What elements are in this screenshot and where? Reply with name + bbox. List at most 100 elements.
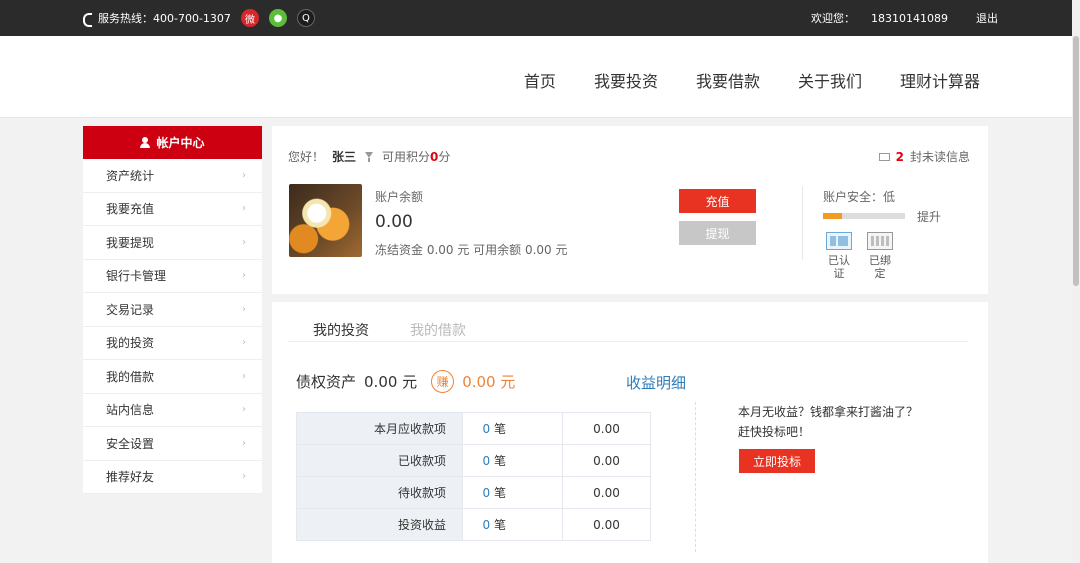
sidebar-item-messages[interactable]: 站内信息 › <box>83 394 262 427</box>
count-value[interactable]: 0 <box>483 486 491 500</box>
id-verified-badge[interactable]: 已认证 <box>825 232 853 280</box>
points-line: 可用积分0分 <box>382 148 450 165</box>
points-label: 可用积分 <box>382 150 431 164</box>
sidebar-item-label: 我的投资 <box>106 336 155 351</box>
sidebar-item-label: 我要提现 <box>106 235 155 250</box>
weibo-icon[interactable]: 微 <box>240 9 259 27</box>
earn-value: 0.00 元 <box>462 373 516 391</box>
chevron-right-icon: › <box>242 370 246 382</box>
tab-my-investments[interactable]: 我的投资 <box>288 320 394 342</box>
table-row: 已收款项 0 笔 0.00 <box>296 444 651 477</box>
income-stats-table: 本月应收款项 0 笔 0.00 已收款项 0 笔 0.00 待收款项 0 笔 0… <box>296 412 651 541</box>
greeting-line: 您好！ 张三 可用积分0分 <box>288 148 450 165</box>
count-unit: 笔 <box>493 422 506 436</box>
row-count: 0 笔 <box>462 508 563 541</box>
mail-icon <box>878 152 890 161</box>
tab-my-loans[interactable]: 我的借款 <box>394 320 491 342</box>
row-label: 已收款项 <box>296 444 463 477</box>
greeting-text: 您好！ <box>288 150 325 164</box>
sidebar-item-withdraw[interactable]: 我要提现 › <box>83 226 262 260</box>
investment-panel: 我的投资 我的借款 债权资产 0.00 元 赚 0.00 元 收益明细 本月应收… <box>272 302 988 563</box>
sidebar-item-label: 站内信息 <box>106 403 155 418</box>
security-bar-segment <box>886 213 905 219</box>
qq-icon[interactable]: Q <box>296 9 315 27</box>
sidebar-item-my-loans[interactable]: 我的借款 › <box>83 360 262 394</box>
nav-invest[interactable]: 我要投资 <box>594 68 658 92</box>
upgrade-security-link[interactable]: 提升 <box>917 208 941 225</box>
sidebar: 帐户中心 资产统计 › 我要充值 › 我要提现 › 银行卡管理 › 交易记录 › 我的投资… <box>83 126 262 494</box>
page-scrollbar[interactable] <box>1072 0 1080 563</box>
row-amount: 0.00 <box>562 476 651 509</box>
no-income-line: 本月无收益？钱都拿来打酱油了？ <box>738 405 919 419</box>
sidebar-item-transactions[interactable]: 交易记录 › <box>83 293 262 327</box>
card-bound-badge[interactable]: 已绑定 <box>866 232 894 280</box>
security-bar-segment <box>844 213 863 219</box>
id-card-icon <box>826 232 852 250</box>
scrollbar-thumb[interactable] <box>1073 36 1079 286</box>
badge-label: 已绑定 <box>869 254 891 280</box>
balance-label: 账户余额 <box>375 190 424 204</box>
user-icon <box>140 137 151 148</box>
nav-about[interactable]: 关于我们 <box>798 68 862 92</box>
income-detail-link[interactable]: 收益明细 <box>626 372 686 393</box>
unread-messages[interactable]: 2 封未读信息 <box>878 148 970 165</box>
sidebar-item-label: 安全设置 <box>106 436 155 451</box>
invest-now-button[interactable]: 立即投标 <box>739 449 815 473</box>
row-amount: 0.00 <box>562 412 651 445</box>
table-row: 待收款项 0 笔 0.00 <box>296 476 651 509</box>
avatar[interactable] <box>289 184 362 257</box>
account-summary-panel: 您好！ 张三 可用积分0分 2 封未读信息 账户余额 0.00 冻结资金 0.0… <box>272 126 988 294</box>
count-unit: 笔 <box>493 518 506 532</box>
table-row: 投资收益 0 笔 0.00 <box>296 508 651 541</box>
count-value[interactable]: 0 <box>483 454 491 468</box>
chevron-right-icon: › <box>242 203 246 215</box>
row-label: 投资收益 <box>296 508 463 541</box>
phone-icon <box>82 12 92 27</box>
logout-link[interactable]: 退出 <box>976 10 998 26</box>
assets-value: 0.00 元 <box>364 373 418 391</box>
row-count: 0 笔 <box>462 444 563 477</box>
security-level-label: 账户安全：低 <box>823 190 896 204</box>
wechat-icon[interactable]: ● <box>268 9 287 27</box>
welcome-area: 欢迎您： 18310141089 退出 <box>811 10 998 26</box>
trophy-icon <box>364 151 374 162</box>
divider <box>695 402 696 552</box>
count-unit: 笔 <box>493 454 506 468</box>
sidebar-item-referral[interactable]: 推荐好友 › <box>83 461 262 494</box>
hotline-text: 服务热线：400-700-1307 <box>98 12 231 25</box>
sidebar-item-asset-stats[interactable]: 资产统计 › <box>83 159 262 193</box>
recharge-button[interactable]: 充值 <box>679 189 756 213</box>
sidebar-title: 帐户中心 <box>156 136 205 150</box>
row-label: 待收款项 <box>296 476 463 509</box>
assets-label: 债权资产 <box>296 373 357 391</box>
unread-label: 封未读信息 <box>909 150 970 164</box>
row-label: 本月应收款项 <box>296 412 463 445</box>
welcome-label: 欢迎您： <box>811 12 856 25</box>
chevron-right-icon: › <box>242 337 246 349</box>
sidebar-item-label: 推荐好友 <box>106 470 155 485</box>
nav-calculator[interactable]: 理财计算器 <box>900 68 980 92</box>
chevron-right-icon: › <box>242 437 246 449</box>
withdraw-button[interactable]: 提现 <box>679 221 756 245</box>
nav-borrow[interactable]: 我要借款 <box>696 68 760 92</box>
no-income-line: 赶快投标吧！ <box>738 425 811 439</box>
investment-tabs: 我的投资 我的借款 <box>288 320 968 342</box>
balance-detail: 冻结资金 0.00 元 可用余额 0.00 元 <box>375 243 568 257</box>
count-value[interactable]: 0 <box>483 518 491 532</box>
sidebar-item-my-investments[interactable]: 我的投资 › <box>83 327 262 360</box>
hotline: 服务热线：400-700-1307 <box>82 10 231 27</box>
sidebar-item-label: 银行卡管理 <box>106 269 167 284</box>
sidebar-item-security[interactable]: 安全设置 › <box>83 427 262 461</box>
balance-value: 0.00 <box>375 212 413 232</box>
chevron-right-icon: › <box>242 169 246 181</box>
divider <box>802 186 803 260</box>
sidebar-item-bank-cards[interactable]: 银行卡管理 › <box>83 260 262 293</box>
sidebar-item-recharge[interactable]: 我要充值 › <box>83 193 262 226</box>
count-value[interactable]: 0 <box>483 422 491 436</box>
chevron-right-icon: › <box>242 303 246 315</box>
bank-card-icon <box>867 232 893 250</box>
chevron-right-icon: › <box>242 236 246 248</box>
sidebar-item-label: 我要充值 <box>106 202 155 217</box>
nav-home[interactable]: 首页 <box>524 68 556 92</box>
user-phone[interactable]: 18310141089 <box>871 12 948 25</box>
